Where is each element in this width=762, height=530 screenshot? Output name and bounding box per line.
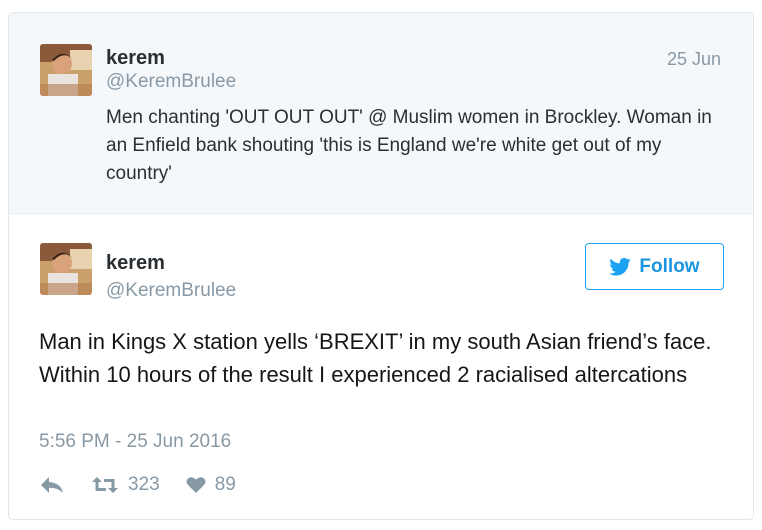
follow-label: Follow	[639, 255, 700, 277]
author-handle[interactable]: @KeremBrulee	[106, 71, 236, 93]
author-name[interactable]: kerem	[106, 47, 165, 69]
tweet-timestamp[interactable]: 5:56 PM - 25 Jun 2016	[39, 431, 231, 453]
retweet-action[interactable]: 323	[91, 474, 160, 496]
like-action[interactable]: 89	[186, 474, 236, 496]
tweet-text: Man in Kings X station yells ‘BREXIT’ in…	[39, 329, 712, 387]
twitter-bird-icon	[609, 257, 632, 276]
avatar[interactable]	[40, 243, 92, 295]
retweet-icon[interactable]	[91, 475, 119, 495]
tweet-embed-card: kerem @KeremBrulee 25 Jun Men chanting '…	[8, 12, 754, 520]
quoted-tweet[interactable]: kerem @KeremBrulee 25 Jun Men chanting '…	[9, 13, 753, 214]
retweet-count: 323	[128, 474, 160, 495]
reply-icon[interactable]	[39, 475, 65, 495]
tweet-actions: 323 89	[39, 473, 262, 497]
author-handle[interactable]: @KeremBrulee	[106, 280, 236, 302]
avatar[interactable]	[40, 44, 92, 96]
author-name[interactable]: kerem	[106, 252, 165, 274]
tweet-date[interactable]: 25 Jun	[667, 49, 721, 70]
quoted-tweet-text: Men chanting 'OUT OUT OUT' @ Muslim wome…	[106, 107, 712, 184]
reply-action[interactable]	[39, 475, 65, 495]
follow-button[interactable]: Follow	[585, 243, 724, 290]
like-count: 89	[214, 474, 236, 495]
heart-icon[interactable]	[186, 476, 206, 494]
